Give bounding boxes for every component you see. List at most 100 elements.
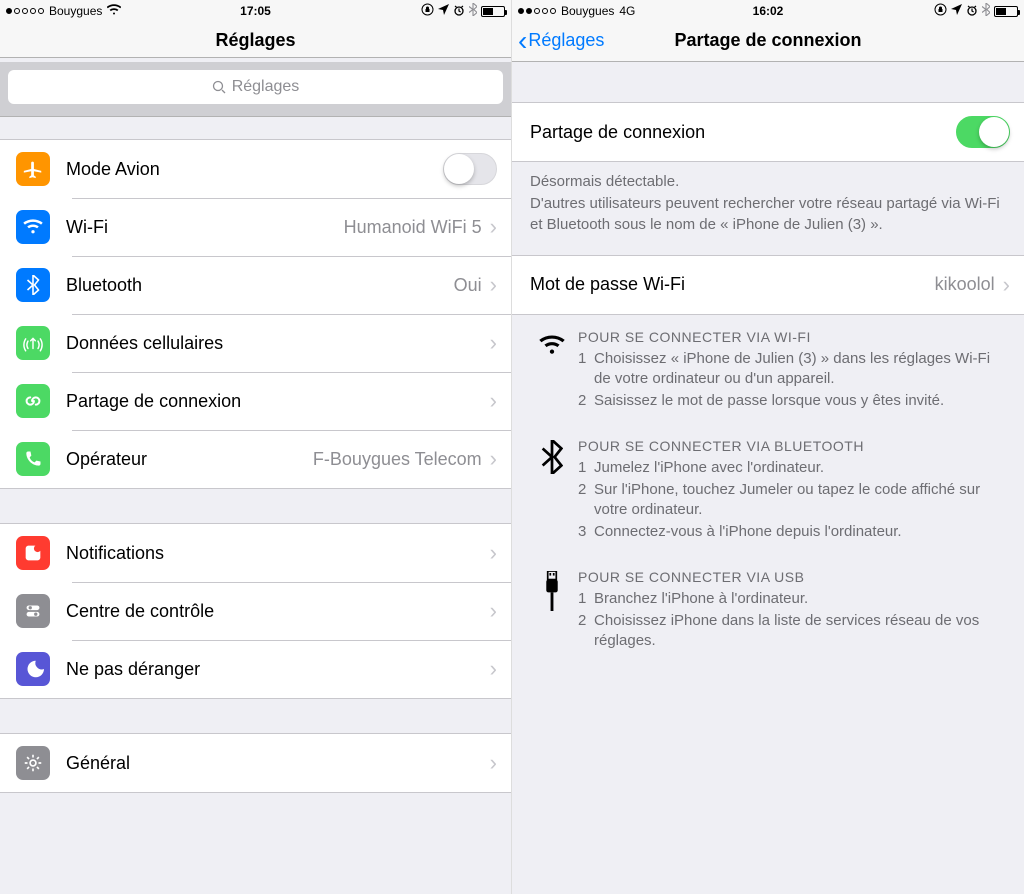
row-label: Bluetooth: [66, 275, 454, 296]
row-label: Mode Avion: [66, 159, 443, 180]
row-label: Centre de contrôle: [66, 601, 490, 622]
alarm-icon: [966, 4, 978, 19]
chevron-right-icon: ›: [490, 656, 497, 682]
battery-icon: [994, 6, 1018, 17]
chevron-right-icon: ›: [490, 540, 497, 566]
search-placeholder: Réglages: [232, 78, 300, 96]
chevron-right-icon: ›: [490, 388, 497, 414]
row-label: Partage de connexion: [530, 122, 956, 143]
hotspot-screen: Bouygues 4G 16:02 ‹ Réglages Partage de …: [512, 0, 1024, 894]
row-value: Oui: [454, 275, 482, 296]
usb-icon: [526, 569, 578, 654]
dnd-icon: [16, 652, 50, 686]
howto-step: 1Jumelez l'iPhone avec l'ordinateur.: [578, 458, 1010, 478]
howto-usb: POUR SE CONNECTER VIA USB 1Branchez l'iP…: [512, 555, 1024, 664]
gear-icon: [16, 746, 50, 780]
orientation-lock-icon: [421, 3, 434, 19]
location-icon: [438, 4, 449, 18]
hotspot-switch[interactable]: [956, 116, 1010, 148]
alarm-icon: [453, 4, 465, 19]
row-label: Wi-Fi: [66, 217, 344, 238]
signal-strength-icon: [6, 8, 44, 14]
location-icon: [951, 4, 962, 18]
blurb-body: D'autres utilisateurs peuvent rechercher…: [530, 194, 1006, 235]
row-bluetooth[interactable]: Bluetooth Oui ›: [0, 256, 511, 314]
chevron-right-icon: ›: [1003, 272, 1010, 298]
phone-icon: [16, 442, 50, 476]
group-toggle: Partage de connexion: [512, 102, 1024, 162]
chevron-left-icon: ‹: [518, 32, 527, 50]
network-label: 4G: [619, 4, 635, 18]
search-icon: [212, 80, 226, 94]
howto-step: 2Choisissez iPhone dans la liste de serv…: [578, 611, 1010, 652]
group-general: Général ›: [0, 733, 511, 793]
cellular-icon: [16, 326, 50, 360]
nav-bar: Réglages: [0, 22, 511, 58]
wifi-icon: [16, 210, 50, 244]
search-input[interactable]: Réglages: [8, 70, 503, 104]
howto-title: POUR SE CONNECTER VIA WI-FI: [578, 329, 1010, 345]
bluetooth-status-icon: [982, 3, 990, 19]
status-bar: Bouygues 17:05: [0, 0, 511, 22]
chevron-right-icon: ›: [490, 446, 497, 472]
row-dnd[interactable]: Ne pas déranger ›: [0, 640, 511, 698]
nav-bar: ‹ Réglages Partage de connexion: [512, 22, 1024, 62]
howto-step: 2Sur l'iPhone, touchez Jumeler ou tapez …: [578, 480, 1010, 521]
controlcenter-icon: [16, 594, 50, 628]
row-cellular[interactable]: Données cellulaires ›: [0, 314, 511, 372]
howto-wifi: POUR SE CONNECTER VIA WI-FI 1Choisissez …: [512, 315, 1024, 424]
row-wifi-password[interactable]: Mot de passe Wi-Fi kikoolol ›: [512, 256, 1024, 314]
carrier-label: Bouygues: [49, 4, 102, 18]
hotspot-icon: [16, 384, 50, 418]
row-hotspot[interactable]: Partage de connexion ›: [0, 372, 511, 430]
row-carrier[interactable]: Opérateur F-Bouygues Telecom ›: [0, 430, 511, 488]
row-mode-avion[interactable]: Mode Avion: [0, 140, 511, 198]
row-value: kikoolol: [935, 274, 995, 295]
carrier-label: Bouygues: [561, 4, 614, 18]
row-label: Ne pas déranger: [66, 659, 490, 680]
row-notifications[interactable]: Notifications ›: [0, 524, 511, 582]
discoverable-blurb: Désormais détectable. D'autres utilisate…: [512, 162, 1024, 249]
bluetooth-status-icon: [469, 3, 477, 19]
status-time: 16:02: [753, 4, 784, 18]
search-container: Réglages: [0, 62, 511, 117]
airplane-switch[interactable]: [443, 153, 497, 185]
chevron-right-icon: ›: [490, 750, 497, 776]
airplane-icon: [16, 152, 50, 186]
howto-step: 1Choisissez « iPhone de Julien (3) » dan…: [578, 349, 1010, 390]
howto-title: POUR SE CONNECTER VIA BLUETOOTH: [578, 438, 1010, 454]
chevron-right-icon: ›: [490, 272, 497, 298]
row-label: Notifications: [66, 543, 490, 564]
row-label: Mot de passe Wi-Fi: [530, 274, 935, 295]
status-bar: Bouygues 4G 16:02: [512, 0, 1024, 22]
settings-root-screen: Bouygues 17:05 Réglages: [0, 0, 512, 894]
row-value: Humanoid WiFi 5: [344, 217, 482, 238]
group-connectivity: Mode Avion Wi-Fi Humanoid WiFi 5 › Bluet…: [0, 139, 511, 489]
bluetooth-icon: [16, 268, 50, 302]
signal-strength-icon: [518, 8, 556, 14]
blurb-heading: Désormais détectable.: [530, 172, 1006, 192]
group-password: Mot de passe Wi-Fi kikoolol ›: [512, 255, 1024, 315]
orientation-lock-icon: [934, 3, 947, 19]
back-button[interactable]: ‹ Réglages: [518, 30, 604, 51]
row-label: Général: [66, 753, 490, 774]
chevron-right-icon: ›: [490, 214, 497, 240]
row-label: Opérateur: [66, 449, 313, 470]
status-time: 17:05: [240, 4, 271, 18]
howto-step: 1Branchez l'iPhone à l'ordinateur.: [578, 589, 1010, 609]
row-general[interactable]: Général ›: [0, 734, 511, 792]
group-alerts: Notifications › Centre de contrôle › Ne …: [0, 523, 511, 699]
row-hotspot-toggle[interactable]: Partage de connexion: [512, 103, 1024, 161]
row-value: F-Bouygues Telecom: [313, 449, 482, 470]
row-controlcenter[interactable]: Centre de contrôle ›: [0, 582, 511, 640]
page-title: Réglages: [10, 30, 501, 51]
row-label: Données cellulaires: [66, 333, 490, 354]
howto-step: 3Connectez-vous à l'iPhone depuis l'ordi…: [578, 522, 1010, 542]
notifications-icon: [16, 536, 50, 570]
row-wifi[interactable]: Wi-Fi Humanoid WiFi 5 ›: [0, 198, 511, 256]
bluetooth-icon: [526, 438, 578, 545]
wifi-status-icon: [107, 4, 121, 18]
chevron-right-icon: ›: [490, 330, 497, 356]
chevron-right-icon: ›: [490, 598, 497, 624]
howto-step: 2Saisissez le mot de passe lorsque vous …: [578, 391, 1010, 411]
